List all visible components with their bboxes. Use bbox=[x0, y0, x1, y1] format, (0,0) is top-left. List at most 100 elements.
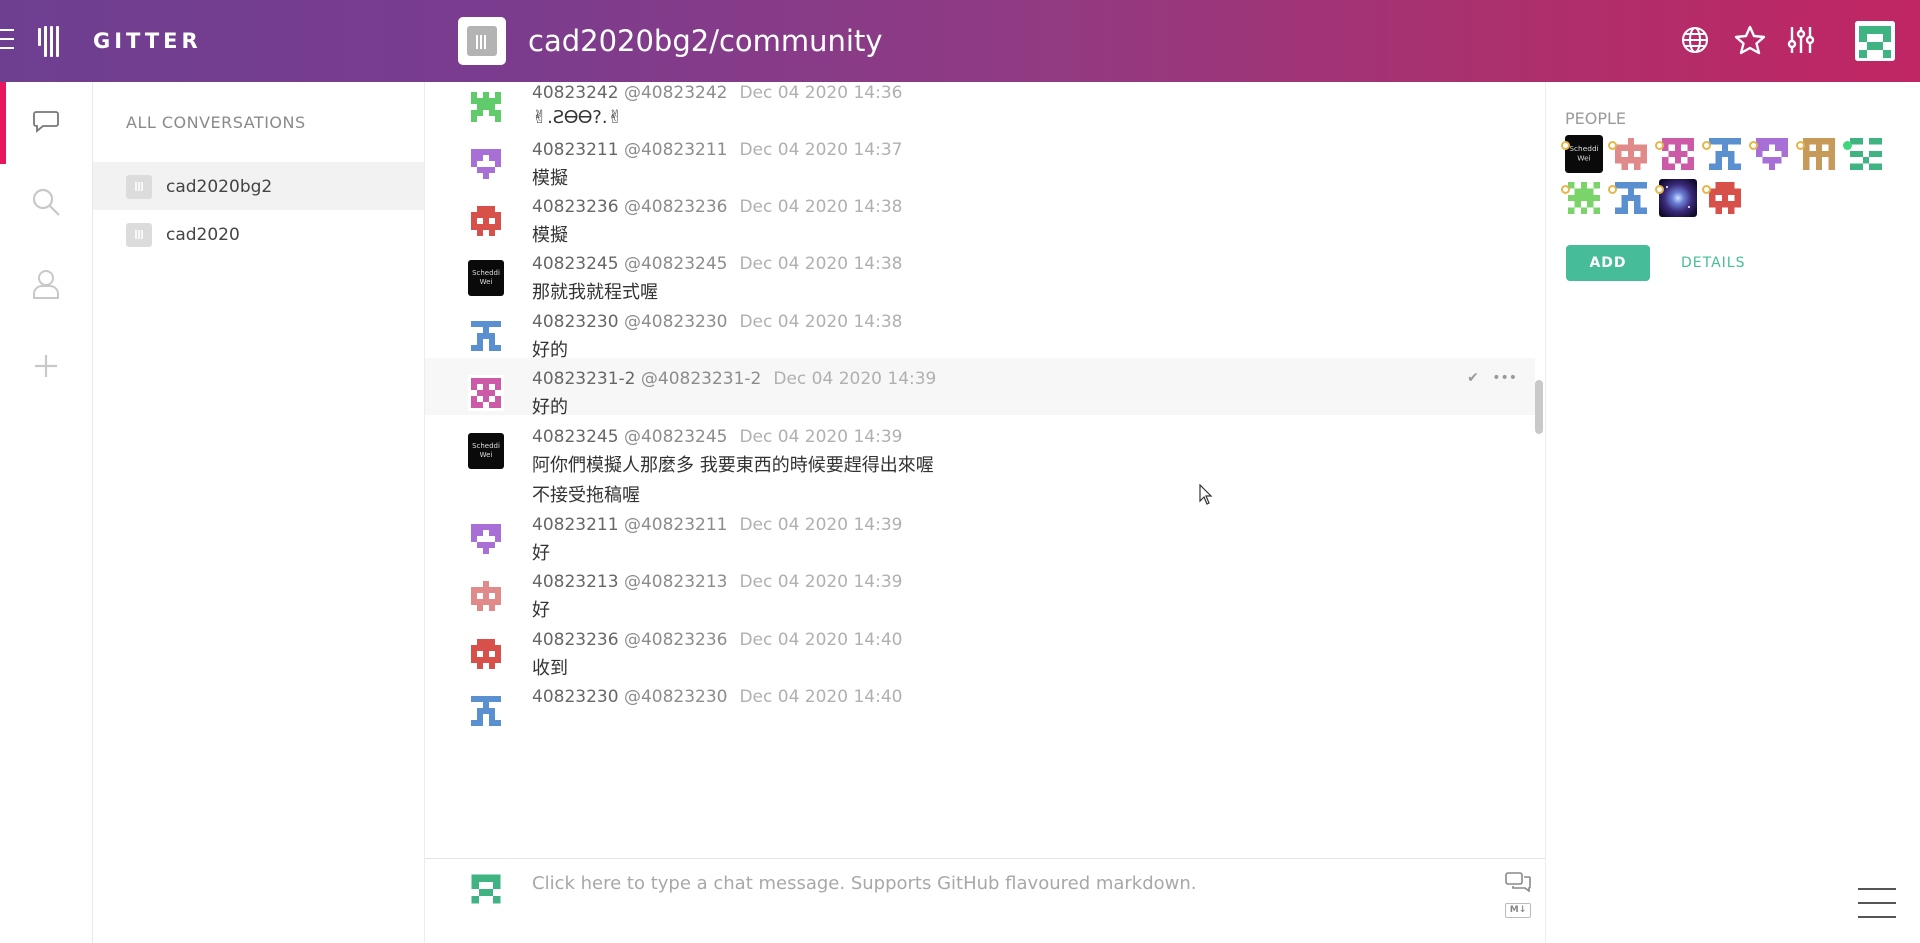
gitter-logo-icon[interactable] bbox=[38, 26, 60, 57]
user-avatar[interactable] bbox=[1855, 21, 1895, 61]
message-handle[interactable]: @40823236 bbox=[624, 630, 728, 650]
chat-message[interactable]: 40823236 @40823236 Dec 04 2020 14:38 模擬 bbox=[425, 186, 1535, 246]
message-avatar[interactable] bbox=[468, 318, 504, 354]
room-title[interactable]: cad2020bg2/community bbox=[528, 24, 883, 58]
add-icon[interactable] bbox=[28, 348, 64, 384]
chat-message-list[interactable]: 40823242 @40823242 Dec 04 2020 14:36 ✌.ƧᎾᎾ… bbox=[425, 82, 1545, 858]
person-avatar[interactable] bbox=[1659, 135, 1697, 173]
message-handle[interactable]: @40823230 bbox=[624, 312, 728, 332]
away-status-dot bbox=[1561, 141, 1570, 150]
message-handle[interactable]: @40823236 bbox=[624, 197, 728, 217]
chat-message[interactable]: 40823211 @40823211 Dec 04 2020 14:39 好 bbox=[425, 504, 1535, 564]
message-avatar[interactable] bbox=[468, 146, 504, 182]
person-avatar[interactable] bbox=[1800, 135, 1838, 173]
panel-menu-icon[interactable] bbox=[1858, 888, 1896, 918]
message-handle[interactable]: @40823245 bbox=[624, 254, 728, 274]
message-username[interactable]: 40823236 bbox=[532, 630, 619, 650]
away-status-dot bbox=[1655, 185, 1664, 194]
more-options-icon[interactable]: ••• bbox=[1492, 370, 1517, 386]
mouse-cursor-icon bbox=[1199, 483, 1213, 510]
message-handle[interactable]: @40823211 bbox=[624, 140, 728, 160]
message-handle[interactable]: @40823245 bbox=[624, 427, 728, 447]
chat-message[interactable]: 40823213 @40823213 Dec 04 2020 14:39 好 bbox=[425, 561, 1535, 621]
message-handle[interactable]: @40823230 bbox=[624, 687, 728, 707]
add-people-button[interactable]: ADD bbox=[1566, 245, 1650, 281]
message-avatar[interactable] bbox=[468, 636, 504, 672]
chat-message[interactable]: Scheddi Wei 40823245 @40823245 Dec 04 2020 … bbox=[425, 416, 1535, 506]
message-avatar[interactable] bbox=[468, 375, 504, 411]
message-timestamp[interactable]: Dec 04 2020 14:39 bbox=[739, 427, 902, 447]
svg-text:Wei: Wei bbox=[480, 278, 493, 286]
chat-message[interactable]: 40823211 @40823211 Dec 04 2020 14:37 模擬 bbox=[425, 129, 1535, 189]
details-link[interactable]: DETAILS bbox=[1681, 255, 1745, 271]
message-handle[interactable]: @40823211 bbox=[624, 515, 728, 535]
person-avatar[interactable]: Scheddi Wei bbox=[1565, 135, 1603, 173]
person-avatar[interactable] bbox=[1706, 135, 1744, 173]
message-meta: 40823245 @40823245 Dec 04 2020 14:38 bbox=[532, 254, 902, 274]
message-username[interactable]: 40823242 bbox=[532, 83, 619, 103]
message-username[interactable]: 40823213 bbox=[532, 572, 619, 592]
chat-message[interactable]: 40823230 @40823230 Dec 04 2020 14:40 bbox=[425, 676, 1535, 733]
people-icon[interactable] bbox=[28, 266, 64, 302]
message-meta: 40823211 @40823211 Dec 04 2020 14:39 bbox=[532, 515, 902, 535]
settings-sliders-icon[interactable] bbox=[1784, 23, 1818, 57]
message-handle[interactable]: @40823242 bbox=[624, 83, 728, 103]
message-timestamp[interactable]: Dec 04 2020 14:38 bbox=[739, 312, 902, 332]
person-avatar[interactable] bbox=[1847, 135, 1885, 173]
person-avatar[interactable] bbox=[1612, 135, 1650, 173]
room-icon bbox=[126, 175, 152, 199]
person-avatar[interactable] bbox=[1659, 179, 1697, 217]
message-meta: 40823242 @40823242 Dec 04 2020 14:36 bbox=[532, 83, 902, 103]
gitter-logo-text[interactable]: GITTER bbox=[93, 29, 202, 53]
message-username[interactable]: 40823231-2 bbox=[532, 369, 635, 389]
message-timestamp[interactable]: Dec 04 2020 14:36 bbox=[739, 83, 902, 103]
message-timestamp[interactable]: Dec 04 2020 14:39 bbox=[739, 572, 902, 592]
globe-icon[interactable] bbox=[1678, 23, 1712, 57]
message-username[interactable]: 40823236 bbox=[532, 197, 619, 217]
chat-scrollbar[interactable] bbox=[1535, 380, 1543, 434]
message-username[interactable]: 40823230 bbox=[532, 687, 619, 707]
hamburger-menu-icon[interactable] bbox=[0, 29, 16, 53]
chat-message[interactable]: 40823231-2 @40823231-2 Dec 04 2020 14:39 好… bbox=[425, 358, 1535, 418]
message-avatar[interactable] bbox=[468, 89, 504, 125]
message-username[interactable]: 40823211 bbox=[532, 515, 619, 535]
away-status-dot bbox=[1749, 141, 1758, 150]
chat-message[interactable]: Scheddi Wei 40823245 @40823245 Dec 04 2020 … bbox=[425, 243, 1535, 303]
message-username[interactable]: 40823211 bbox=[532, 140, 619, 160]
message-timestamp[interactable]: Dec 04 2020 14:38 bbox=[739, 197, 902, 217]
chat-message[interactable]: 40823236 @40823236 Dec 04 2020 14:40 收到 bbox=[425, 619, 1535, 679]
chat-mode-toggle-icon[interactable] bbox=[1503, 871, 1533, 893]
message-avatar[interactable] bbox=[468, 203, 504, 239]
conversation-item-cad2020bg2[interactable]: cad2020bg2 bbox=[93, 162, 424, 210]
person-avatar[interactable] bbox=[1706, 179, 1744, 217]
chat-message[interactable]: 40823242 @40823242 Dec 04 2020 14:36 ✌.ƧᎾᎾ… bbox=[425, 82, 1535, 129]
svg-text:Scheddi: Scheddi bbox=[1569, 144, 1598, 153]
message-timestamp[interactable]: Dec 04 2020 14:38 bbox=[739, 254, 902, 274]
person-avatar[interactable] bbox=[1612, 179, 1650, 217]
message-timestamp[interactable]: Dec 04 2020 14:39 bbox=[739, 515, 902, 535]
message-avatar[interactable] bbox=[468, 578, 504, 614]
message-avatar[interactable] bbox=[468, 521, 504, 557]
conversations-icon[interactable] bbox=[28, 103, 64, 139]
person-avatar[interactable] bbox=[1565, 179, 1603, 217]
star-icon[interactable] bbox=[1733, 23, 1767, 57]
message-timestamp[interactable]: Dec 04 2020 14:40 bbox=[739, 687, 902, 707]
conversation-label: cad2020bg2 bbox=[166, 177, 273, 197]
message-username[interactable]: 40823245 bbox=[532, 254, 619, 274]
message-avatar[interactable]: Scheddi Wei bbox=[468, 260, 504, 296]
message-timestamp[interactable]: Dec 04 2020 14:37 bbox=[739, 140, 902, 160]
message-avatar[interactable]: Scheddi Wei bbox=[468, 433, 504, 469]
message-timestamp[interactable]: Dec 04 2020 14:39 bbox=[773, 369, 936, 389]
message-avatar[interactable] bbox=[468, 693, 504, 729]
chat-message[interactable]: 40823230 @40823230 Dec 04 2020 14:38 好的 bbox=[425, 301, 1535, 361]
chat-message-input[interactable]: Click here to type a chat message. Suppo… bbox=[532, 873, 1197, 894]
message-timestamp[interactable]: Dec 04 2020 14:40 bbox=[739, 630, 902, 650]
search-icon[interactable] bbox=[28, 184, 64, 220]
markdown-icon[interactable]: M↓ bbox=[1503, 899, 1533, 921]
message-handle[interactable]: @40823213 bbox=[624, 572, 728, 592]
person-avatar[interactable] bbox=[1753, 135, 1791, 173]
message-handle[interactable]: @40823231-2 bbox=[641, 369, 761, 389]
message-username[interactable]: 40823245 bbox=[532, 427, 619, 447]
conversation-item-cad2020[interactable]: cad2020 bbox=[93, 210, 424, 258]
message-username[interactable]: 40823230 bbox=[532, 312, 619, 332]
